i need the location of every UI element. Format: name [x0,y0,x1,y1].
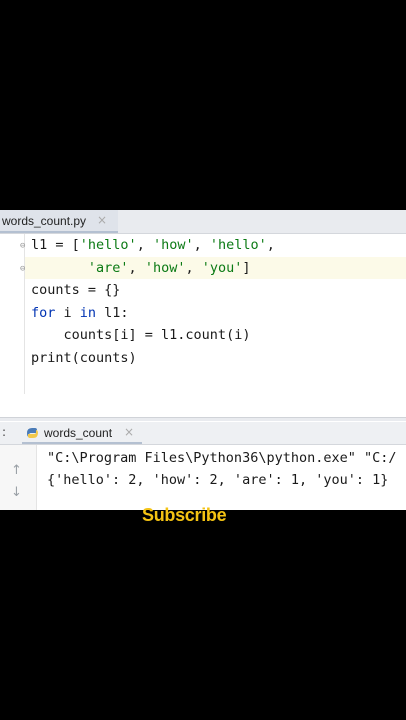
string-token: 'you' [201,259,243,276]
run-console[interactable]: ↑ ↓ "C:\Program Files\Python36\python.ex… [0,445,406,510]
close-icon[interactable]: × [97,213,107,227]
code-line[interactable]: print(counts) [31,347,275,370]
code-token: print(counts) [31,349,137,366]
code-token: , [266,237,275,253]
ide-window: words_count.py × ⊖ ⊖ l1 = ['hello', 'how… [0,210,406,510]
close-icon[interactable]: × [124,425,134,439]
scroll-up-icon[interactable]: ↑ [11,463,22,478]
string-token: 'are' [87,259,129,276]
run-tab-bar: : words_count × [0,422,406,445]
keyword-token: in [79,304,97,321]
run-tab-words-count[interactable]: words_count × [22,422,142,444]
console-command-line: "C:\Program Files\Python36\python.exe" "… [47,450,397,466]
code-token: , [193,237,210,253]
code-line[interactable]: l1 = ['hello', 'how', 'hello', [31,234,275,257]
code-token: l1: [96,304,129,321]
code-token: ] [242,259,251,276]
code-token: l1 = [ [31,237,80,253]
string-token: 'hello' [79,237,137,253]
code-line[interactable]: counts = {} [31,279,275,302]
editor-tab-words-count[interactable]: words_count.py × [0,210,118,233]
editor-tab-bar: words_count.py × [0,210,406,234]
string-token: 'hello' [209,237,267,253]
python-icon [27,428,38,438]
code-line[interactable]: counts[i] = l1.count(i) [31,324,275,347]
scroll-down-icon[interactable]: ↓ [11,485,22,500]
code-token: , [128,259,145,276]
subscribe-caption: Subscribe [142,505,227,525]
code-token: counts[i] = l1.count(i) [31,327,251,343]
editor-gutter: ⊖ ⊖ [0,234,25,394]
panel-separator[interactable] [0,417,406,421]
code-token: i [55,304,80,321]
string-token: 'how' [152,237,194,253]
fold-open-icon[interactable]: ⊖ [20,242,28,251]
keyword-token: for [31,304,56,321]
console-toolbar: ↑ ↓ [0,445,37,510]
code-text[interactable]: l1 = ['hello', 'how', 'hello', 'are', 'h… [31,234,275,369]
code-line[interactable]: 'are', 'how', 'you'] [31,257,275,280]
code-token: counts = {} [31,282,121,298]
code-editor[interactable]: ⊖ ⊖ l1 = ['hello', 'how', 'hello', 'are'… [0,234,406,409]
run-tab-label: words_count [44,426,113,440]
run-label: : [2,425,7,439]
code-line[interactable]: for i in l1: [31,302,275,325]
console-output-line: {'hello': 2, 'how': 2, 'are': 1, 'you': … [47,472,389,488]
string-token: 'how' [144,259,186,276]
code-token: , [136,237,153,253]
code-token: , [185,259,202,276]
editor-tab-label: words_count.py [2,214,87,228]
